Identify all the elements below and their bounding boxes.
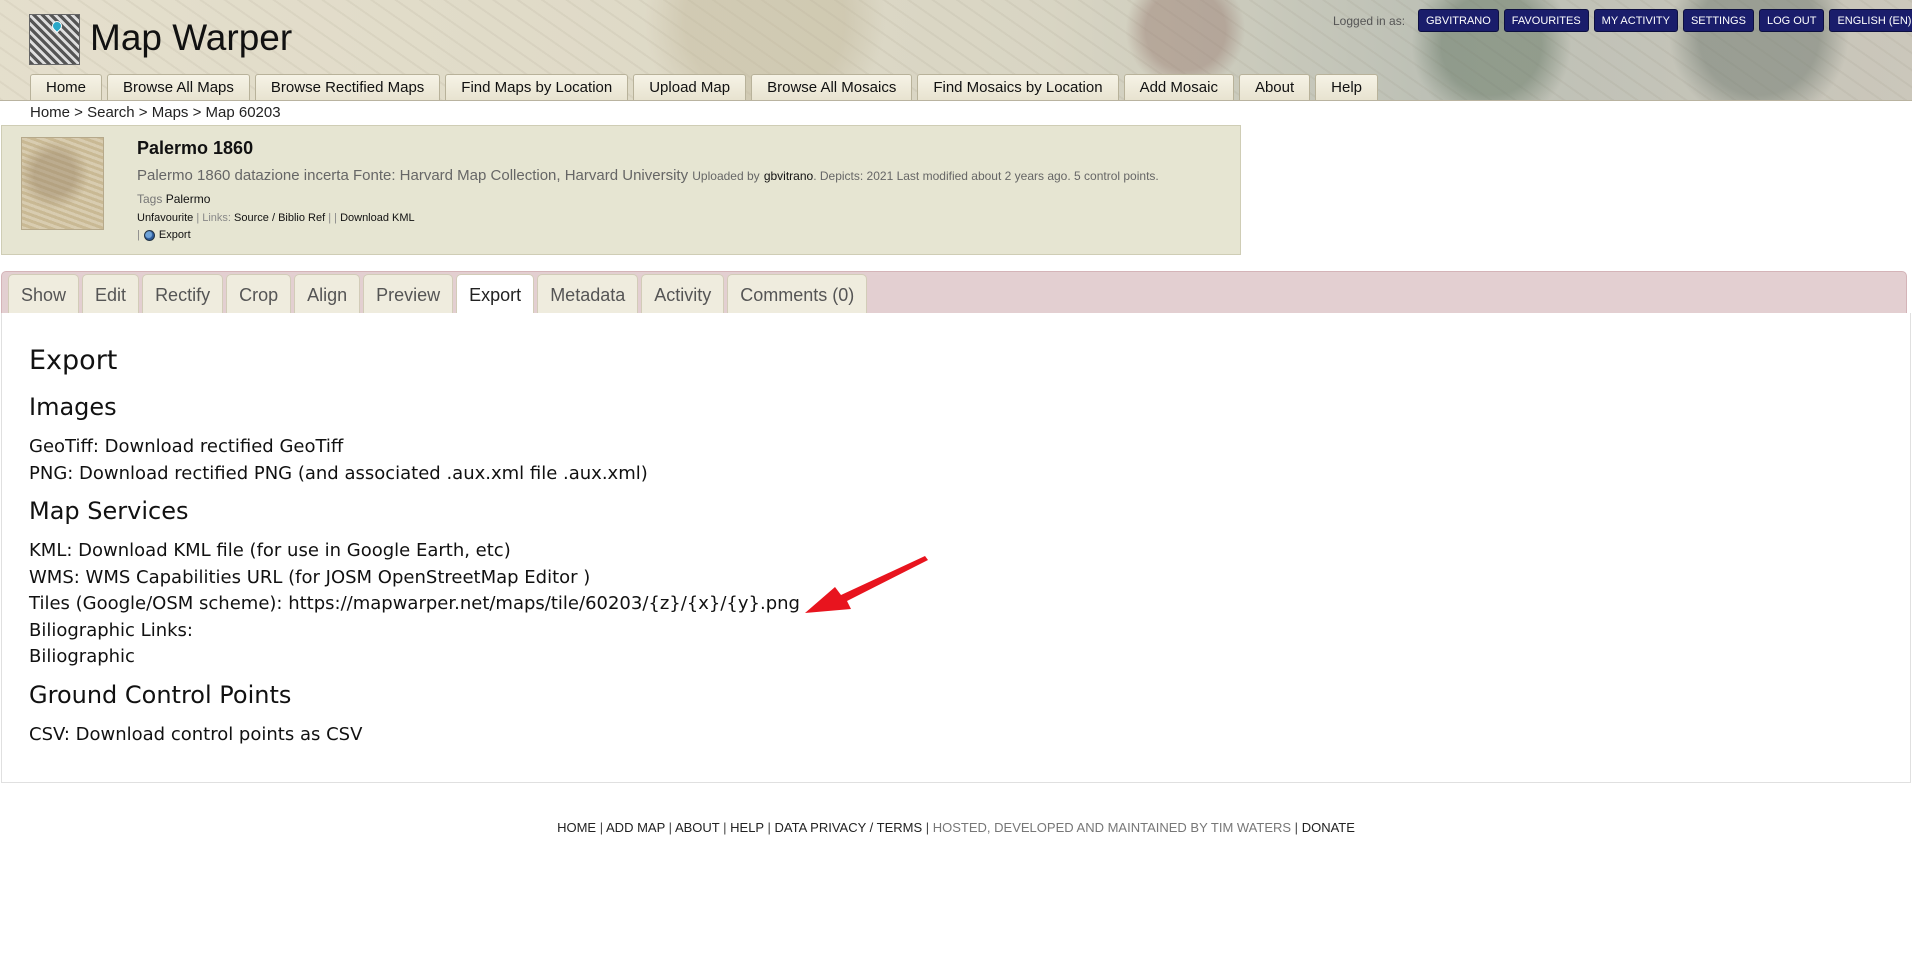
site-title[interactable]: Map Warper	[90, 17, 292, 59]
site-header: Map Warper Logged in as: GBVITRANO FAVOU…	[0, 0, 1912, 101]
links-line: Unfavourite | Links: Source / Biblio Ref…	[137, 212, 415, 224]
logged-in-label: Logged in as:	[1333, 14, 1406, 28]
map-warper-logo-icon[interactable]	[29, 14, 80, 65]
nav-add-mosaic[interactable]: Add Mosaic	[1123, 74, 1234, 100]
footer-help-link[interactable]: HELP	[730, 820, 764, 835]
csv-link[interactable]: CSV: Download control points as CSV	[29, 722, 800, 749]
uploaded-by-label: Uploaded by	[692, 169, 760, 183]
tab-comments[interactable]: Comments (0)	[727, 274, 868, 314]
map-description: Palermo 1860 datazione incerta Fonte: Ha…	[137, 167, 1159, 184]
tags-label: Tags	[137, 192, 163, 206]
user-button-username[interactable]: GBVITRANO	[1418, 9, 1499, 32]
globe-icon	[143, 229, 155, 241]
footer-add-map-link[interactable]: ADD MAP	[606, 820, 665, 835]
tab-align[interactable]: Align	[294, 274, 361, 314]
download-kml-link[interactable]: Download KML	[340, 212, 415, 224]
tags-line: Tags Palermo	[137, 192, 210, 206]
tab-rectify[interactable]: Rectify	[142, 274, 224, 314]
source-link[interactable]: Source / Biblio Ref	[234, 212, 325, 224]
footer-home-link[interactable]: HOME	[557, 820, 596, 835]
tag-link[interactable]: Palermo	[166, 192, 211, 206]
unfavourite-link[interactable]: Unfavourite	[137, 212, 193, 224]
map-title: Palermo 1860	[137, 138, 254, 158]
favourites-button[interactable]: FAVOURITES	[1503, 9, 1589, 32]
uploader-link[interactable]: gbvitrano	[764, 169, 813, 183]
export-link[interactable]: Export	[159, 229, 191, 241]
nav-find-mosaics-by-location[interactable]: Find Mosaics by Location	[917, 74, 1119, 100]
user-menu: GBVITRANO FAVOURITES MY ACTIVITY SETTING…	[1418, 9, 1912, 32]
nav-home[interactable]: Home	[30, 74, 103, 100]
breadcrumb[interactable]: Home > Search > Maps > Map 60203	[30, 104, 281, 121]
kml-link[interactable]: KML: Download KML file (for use in Googl…	[29, 538, 800, 565]
export-content: Export Images GeoTiff: Download rectifie…	[29, 345, 800, 748]
map-meta: . Depicts: 2021 Last modified about 2 ye…	[813, 169, 1159, 183]
nav-browse-all-mosaics[interactable]: Browse All Mosaics	[751, 74, 913, 100]
geotiff-link[interactable]: GeoTiff: Download rectified GeoTiff	[29, 434, 800, 461]
nav-browse-all-maps[interactable]: Browse All Maps	[107, 74, 250, 100]
my-activity-button[interactable]: MY ACTIVITY	[1593, 9, 1678, 32]
links-label: | Links:	[196, 212, 231, 224]
bibliographic-links-label: Biliographic Links:	[29, 619, 193, 641]
log-out-button[interactable]: LOG OUT	[1758, 9, 1825, 32]
nav-find-maps-by-location[interactable]: Find Maps by Location	[445, 74, 629, 100]
tab-export[interactable]: Export	[456, 274, 535, 315]
footer-hosted-text: HOSTED, DEVELOPED AND MAINTAINED BY TIM …	[932, 820, 1292, 835]
map-description-text: Palermo 1860 datazione incerta Fonte: Ha…	[137, 167, 689, 184]
tiles-url[interactable]: Tiles (Google/OSM scheme): https://mapwa…	[29, 591, 800, 618]
footer-donate-link[interactable]: DONATE	[1302, 820, 1355, 835]
nav-upload-map[interactable]: Upload Map	[633, 74, 747, 100]
tab-crop[interactable]: Crop	[226, 274, 292, 314]
nav-browse-rectified-maps[interactable]: Browse Rectified Maps	[254, 74, 441, 100]
map-info-panel: Palermo 1860 Palermo 1860 datazione ince…	[1, 125, 1241, 255]
settings-button[interactable]: SETTINGS	[1682, 9, 1754, 32]
map-thumbnail[interactable]	[21, 137, 104, 230]
png-link[interactable]: PNG: Download rectified PNG (and associa…	[29, 461, 800, 488]
images-heading: Images	[29, 393, 117, 421]
main-nav: Home Browse All Maps Browse Rectified Ma…	[30, 74, 1379, 100]
tab-show[interactable]: Show	[8, 274, 80, 314]
red-arrow-annotation	[805, 556, 928, 613]
nav-about[interactable]: About	[1238, 74, 1311, 100]
tab-metadata[interactable]: Metadata	[537, 274, 639, 314]
export-title: Export	[29, 345, 118, 376]
wms-link[interactable]: WMS: WMS Capabilities URL (for JOSM Open…	[29, 565, 800, 592]
footer-about-link[interactable]: ABOUT	[675, 820, 720, 835]
language-button[interactable]: ENGLISH (EN)	[1829, 9, 1912, 32]
export-line: | Export	[137, 229, 191, 241]
tab-edit[interactable]: Edit	[82, 274, 140, 314]
footer: HOME | ADD MAP | ABOUT | HELP | DATA PRI…	[557, 820, 1355, 835]
bibliographic-link[interactable]: Biliographic	[29, 644, 800, 671]
map-tabs: Show Edit Rectify Crop Align Preview Exp…	[8, 274, 868, 315]
map-services-heading: Map Services	[29, 497, 189, 525]
footer-privacy-link[interactable]: DATA PRIVACY / TERMS	[775, 820, 923, 835]
tab-preview[interactable]: Preview	[363, 274, 454, 314]
nav-help[interactable]: Help	[1315, 74, 1379, 100]
gcp-heading: Ground Control Points	[29, 680, 292, 709]
tab-activity[interactable]: Activity	[641, 274, 725, 314]
